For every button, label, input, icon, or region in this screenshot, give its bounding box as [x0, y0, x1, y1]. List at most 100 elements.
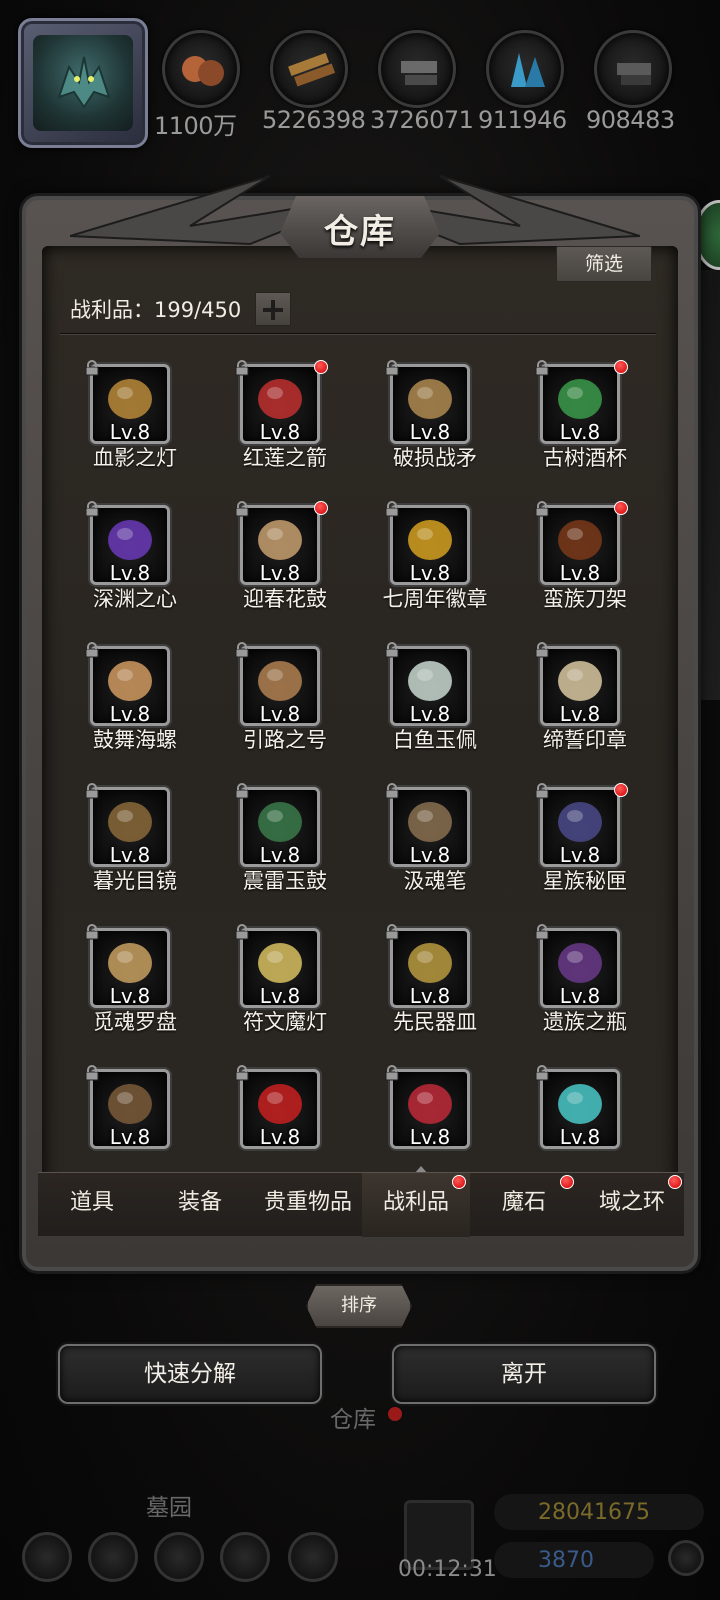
bottom-nav-icon-1[interactable] [22, 1532, 72, 1582]
item-level: Lv.8 [259, 843, 301, 867]
tab-label: 战利品 [382, 1190, 449, 1215]
item-card[interactable]: Lv.8 [210, 1055, 360, 1168]
gold-amount: 28041675 [538, 1500, 650, 1525]
add-currency-icon[interactable] [668, 1540, 704, 1576]
bottom-nav-icon-3[interactable] [154, 1532, 204, 1582]
item-card[interactable]: Lv.8 血影之灯 [60, 350, 210, 474]
bottom-nav-icon-5[interactable] [288, 1532, 338, 1582]
item-card[interactable]: Lv.8 暮光目镜 [60, 773, 210, 897]
lock-icon [235, 501, 249, 517]
item-card[interactable]: Lv.8 迎春花鼓 [210, 491, 360, 615]
tab-2[interactable]: 装备 [146, 1173, 254, 1237]
item-level: Lv.8 [559, 561, 601, 585]
item-card[interactable]: Lv.8 符文魔灯 [210, 914, 360, 1038]
item-grid[interactable]: Lv.8 血影之灯 Lv.8 红莲之箭 Lv.8 破损战矛 Lv.8 古树酒杯 Lv.8 深渊之心… [60, 338, 656, 1168]
item-name: 红莲之箭 [243, 446, 327, 470]
new-item-dot [614, 501, 628, 515]
category-tabs: 道具 装备 贵重物品 战利品 魔石 域之环 [38, 1172, 686, 1237]
warehouse-building-label[interactable]: 仓库 [330, 1400, 376, 1434]
item-name: 汲魂笔 [403, 869, 467, 893]
warehouse-notification-dot [388, 1407, 402, 1421]
resource-4[interactable]: 911946 [478, 30, 567, 134]
item-level: Lv.8 [559, 420, 601, 444]
item-name: 遗族之瓶 [543, 1010, 627, 1034]
item-card[interactable]: Lv.8 遗族之瓶 [510, 914, 656, 1038]
item-card[interactable]: Lv.8 鼓舞海螺 [60, 632, 210, 756]
lock-icon [535, 642, 549, 658]
resource-orb [594, 30, 672, 108]
resource-3[interactable]: 3726071 [370, 30, 474, 134]
resource-1[interactable]: 1100万 [154, 30, 242, 141]
item-name: 深渊之心 [93, 587, 177, 611]
tab-6[interactable]: 域之环 [578, 1173, 686, 1237]
item-name: 蛮族刀架 [543, 587, 627, 611]
expand-capacity-button[interactable] [255, 292, 291, 326]
item-card[interactable]: Lv.8 星族秘匣 [510, 773, 656, 897]
lock-icon [235, 642, 249, 658]
item-card[interactable]: Lv.8 汲魂笔 [360, 773, 510, 897]
lock-icon [385, 924, 399, 940]
tab-notification-dot [668, 1175, 682, 1189]
tab-5[interactable]: 魔石 [470, 1173, 578, 1237]
wood-planks-icon [288, 52, 335, 87]
tab-3[interactable]: 贵重物品 [254, 1173, 362, 1237]
lock-icon [385, 501, 399, 517]
lock-icon [235, 924, 249, 940]
item-card[interactable]: Lv.8 [60, 1055, 210, 1168]
item-card[interactable]: Lv.8 引路之号 [210, 632, 360, 756]
graveyard-building-label[interactable]: 墓园 [146, 1488, 192, 1522]
stone-icon [617, 63, 651, 85]
item-name: 觅魂罗盘 [93, 1010, 177, 1034]
resource-orb [486, 30, 564, 108]
item-card[interactable]: Lv.8 [510, 1055, 656, 1168]
item-level: Lv.8 [259, 984, 301, 1008]
item-card[interactable]: Lv.8 觅魂罗盘 [60, 914, 210, 1038]
item-card[interactable]: Lv.8 缔誓印章 [510, 632, 656, 756]
tab-1[interactable]: 道具 [38, 1173, 146, 1237]
item-card[interactable]: Lv.8 破损战矛 [360, 350, 510, 474]
item-name: 暮光目镜 [93, 869, 177, 893]
quick-decompose-button[interactable]: 快速分解 [58, 1344, 322, 1404]
item-card[interactable]: Lv.8 震雷玉鼓 [210, 773, 360, 897]
item-name: 白鱼玉佩 [393, 728, 477, 752]
item-card[interactable]: Lv.8 白鱼玉佩 [360, 632, 510, 756]
item-card[interactable]: Lv.8 红莲之箭 [210, 350, 360, 474]
lock-icon [535, 924, 549, 940]
item-name: 破损战矛 [393, 446, 477, 470]
resource-orb [378, 30, 456, 108]
resource-orb [162, 30, 240, 108]
sort-button[interactable]: 排序 [306, 1284, 412, 1328]
tab-4[interactable]: 战利品 [362, 1173, 470, 1237]
bottom-nav-icon-2[interactable] [88, 1532, 138, 1582]
gem-amount: 3870 [538, 1548, 594, 1573]
lock-icon [85, 360, 99, 376]
resource-5[interactable]: 908483 [586, 30, 675, 134]
item-card[interactable]: Lv.8 [360, 1055, 510, 1168]
item-level: Lv.8 [409, 561, 451, 585]
item-name: 震雷玉鼓 [243, 869, 327, 893]
capacity-label: 战利品：199/450 [70, 298, 242, 322]
lock-icon [85, 642, 99, 658]
lock-icon [535, 1065, 549, 1081]
lock-icon [85, 1065, 99, 1081]
item-name: 缔誓印章 [543, 728, 627, 752]
item-card[interactable]: Lv.8 七周年徽章 [360, 491, 510, 615]
resource-2[interactable]: 5226398 [262, 30, 366, 134]
lock-icon [85, 501, 99, 517]
lock-icon [385, 783, 399, 799]
item-card[interactable]: Lv.8 蛮族刀架 [510, 491, 656, 615]
item-level: Lv.8 [109, 843, 151, 867]
tab-label: 魔石 [501, 1190, 546, 1215]
tab-label: 贵重物品 [263, 1190, 352, 1215]
panel-title: 仓库 [324, 212, 396, 252]
filter-button[interactable]: 筛选 [556, 246, 652, 282]
divider [60, 333, 656, 335]
leave-button[interactable]: 离开 [392, 1344, 656, 1404]
item-level: Lv.8 [109, 420, 151, 444]
lock-icon [535, 783, 549, 799]
item-card[interactable]: Lv.8 古树酒杯 [510, 350, 656, 474]
item-card[interactable]: Lv.8 深渊之心 [60, 491, 210, 615]
player-avatar[interactable] [18, 18, 148, 148]
bottom-nav-icon-4[interactable] [220, 1532, 270, 1582]
item-card[interactable]: Lv.8 先民器皿 [360, 914, 510, 1038]
